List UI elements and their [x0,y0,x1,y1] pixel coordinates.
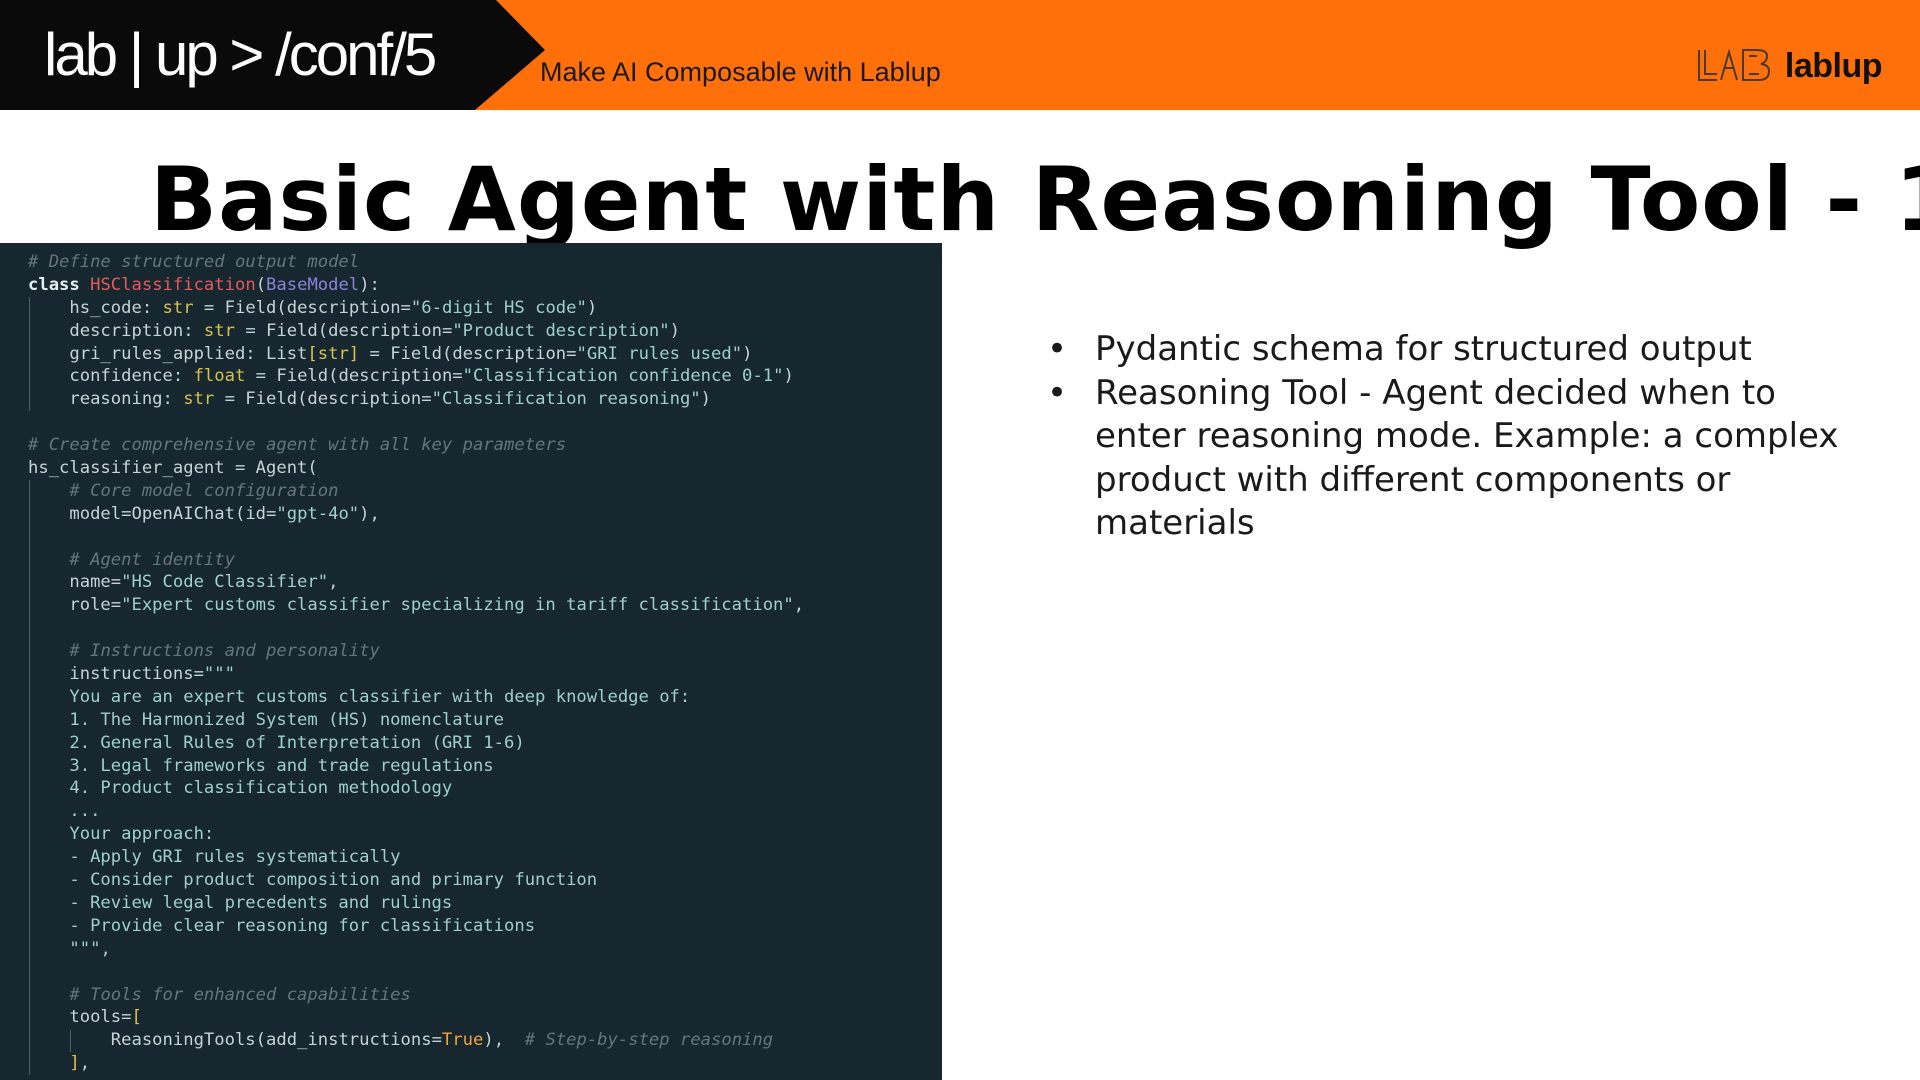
bullet-item: • Reasoning Tool - Agent decided when to… [1045,372,1845,546]
code-line: # Core model configuration [69,480,339,501]
code-line: hs_classifier_agent = Agent( [28,458,318,479]
code-line: 1. The Harmonized System (HS) nomenclatu… [28,709,504,730]
conference-brand: lab | up > /conf/5 [44,21,437,88]
bullet-item: • Pydantic schema for structured output [1045,328,1845,372]
code-line: - Review legal precedents and rulings [28,892,453,913]
code-line: gri_rules_applied: List[str] = Field(des… [28,343,753,364]
code-listing: # Define structured output model class HS… [28,251,805,1076]
slide-title: Basic Agent with Reasoning Tool - 1 [150,148,1920,251]
code-line: reasoning: str = Field(description="Clas… [28,389,712,410]
code-line: - Consider product composition and prima… [28,870,598,891]
code-line: ReasoningTools(add_instructions=True), #… [28,1030,774,1051]
code-line: """, [69,938,111,959]
code-line: # Agent identity [69,549,235,570]
code-line: confidence: float = Field(description="C… [28,366,794,387]
code-line: - Apply GRI rules systematically [28,847,401,868]
code-line: 3. Legal frameworks and trade regulation… [28,755,494,776]
code-line: tools=[ [28,1007,142,1028]
code-line: ], [69,1053,91,1074]
code-line: 2. General Rules of Interpretation (GRI … [28,732,525,753]
logo-wordmark: lablup [1784,46,1883,85]
code-line: # Define structured output model [28,252,360,272]
indent-guide [70,1029,72,1053]
code-line: role="Expert customs classifier speciali… [28,595,805,616]
code-line: description: str = Field(description="Pr… [28,320,680,341]
code-line: - Provide clear reasoning for classifica… [28,915,536,936]
bullet-text: Pydantic schema for structured output [1095,329,1752,369]
code-block: # Define structured output model class HS… [0,243,942,1080]
code-line: ... [28,801,101,822]
code-line: instructions=""" [28,664,235,685]
code-line: Your approach: [28,824,215,845]
lablup-logo: lablup [1695,44,1883,88]
code-line: # Tools for enhanced capabilities [69,984,411,1005]
bullet-list: • Pydantic schema for structured output … [1045,328,1845,546]
code-line: You are an expert customs classifier wit… [28,686,691,707]
code-line: # Create comprehensive agent with all ke… [28,435,567,456]
bullet-dot-icon: • [1047,329,1068,369]
code-line: class HSClassification(BaseModel): [28,274,380,295]
code-line: name="HS Code Classifier", [28,572,339,593]
code-line: model=OpenAIChat(id="gpt-4o"), [28,503,380,524]
indent-guide [29,296,30,412]
code-line: 4. Product classification methodology [28,778,453,799]
lablup-mark-icon [1697,48,1770,81]
header-bar: lab | up > /conf/5 Make AI Composable wi… [0,0,1920,110]
bullet-dot-icon: • [1047,372,1068,413]
code-line: # Instructions and personality [69,641,380,662]
bullet-text: Reasoning Tool - Agent decided when to e… [1095,372,1839,544]
brand-block: lab | up > /conf/5 [0,0,545,110]
code-line: hs_code: str = Field(description="6-digi… [28,297,598,318]
header-tagline: Make AI Composable with Lablup [540,57,941,87]
indent-guide [29,480,30,1076]
